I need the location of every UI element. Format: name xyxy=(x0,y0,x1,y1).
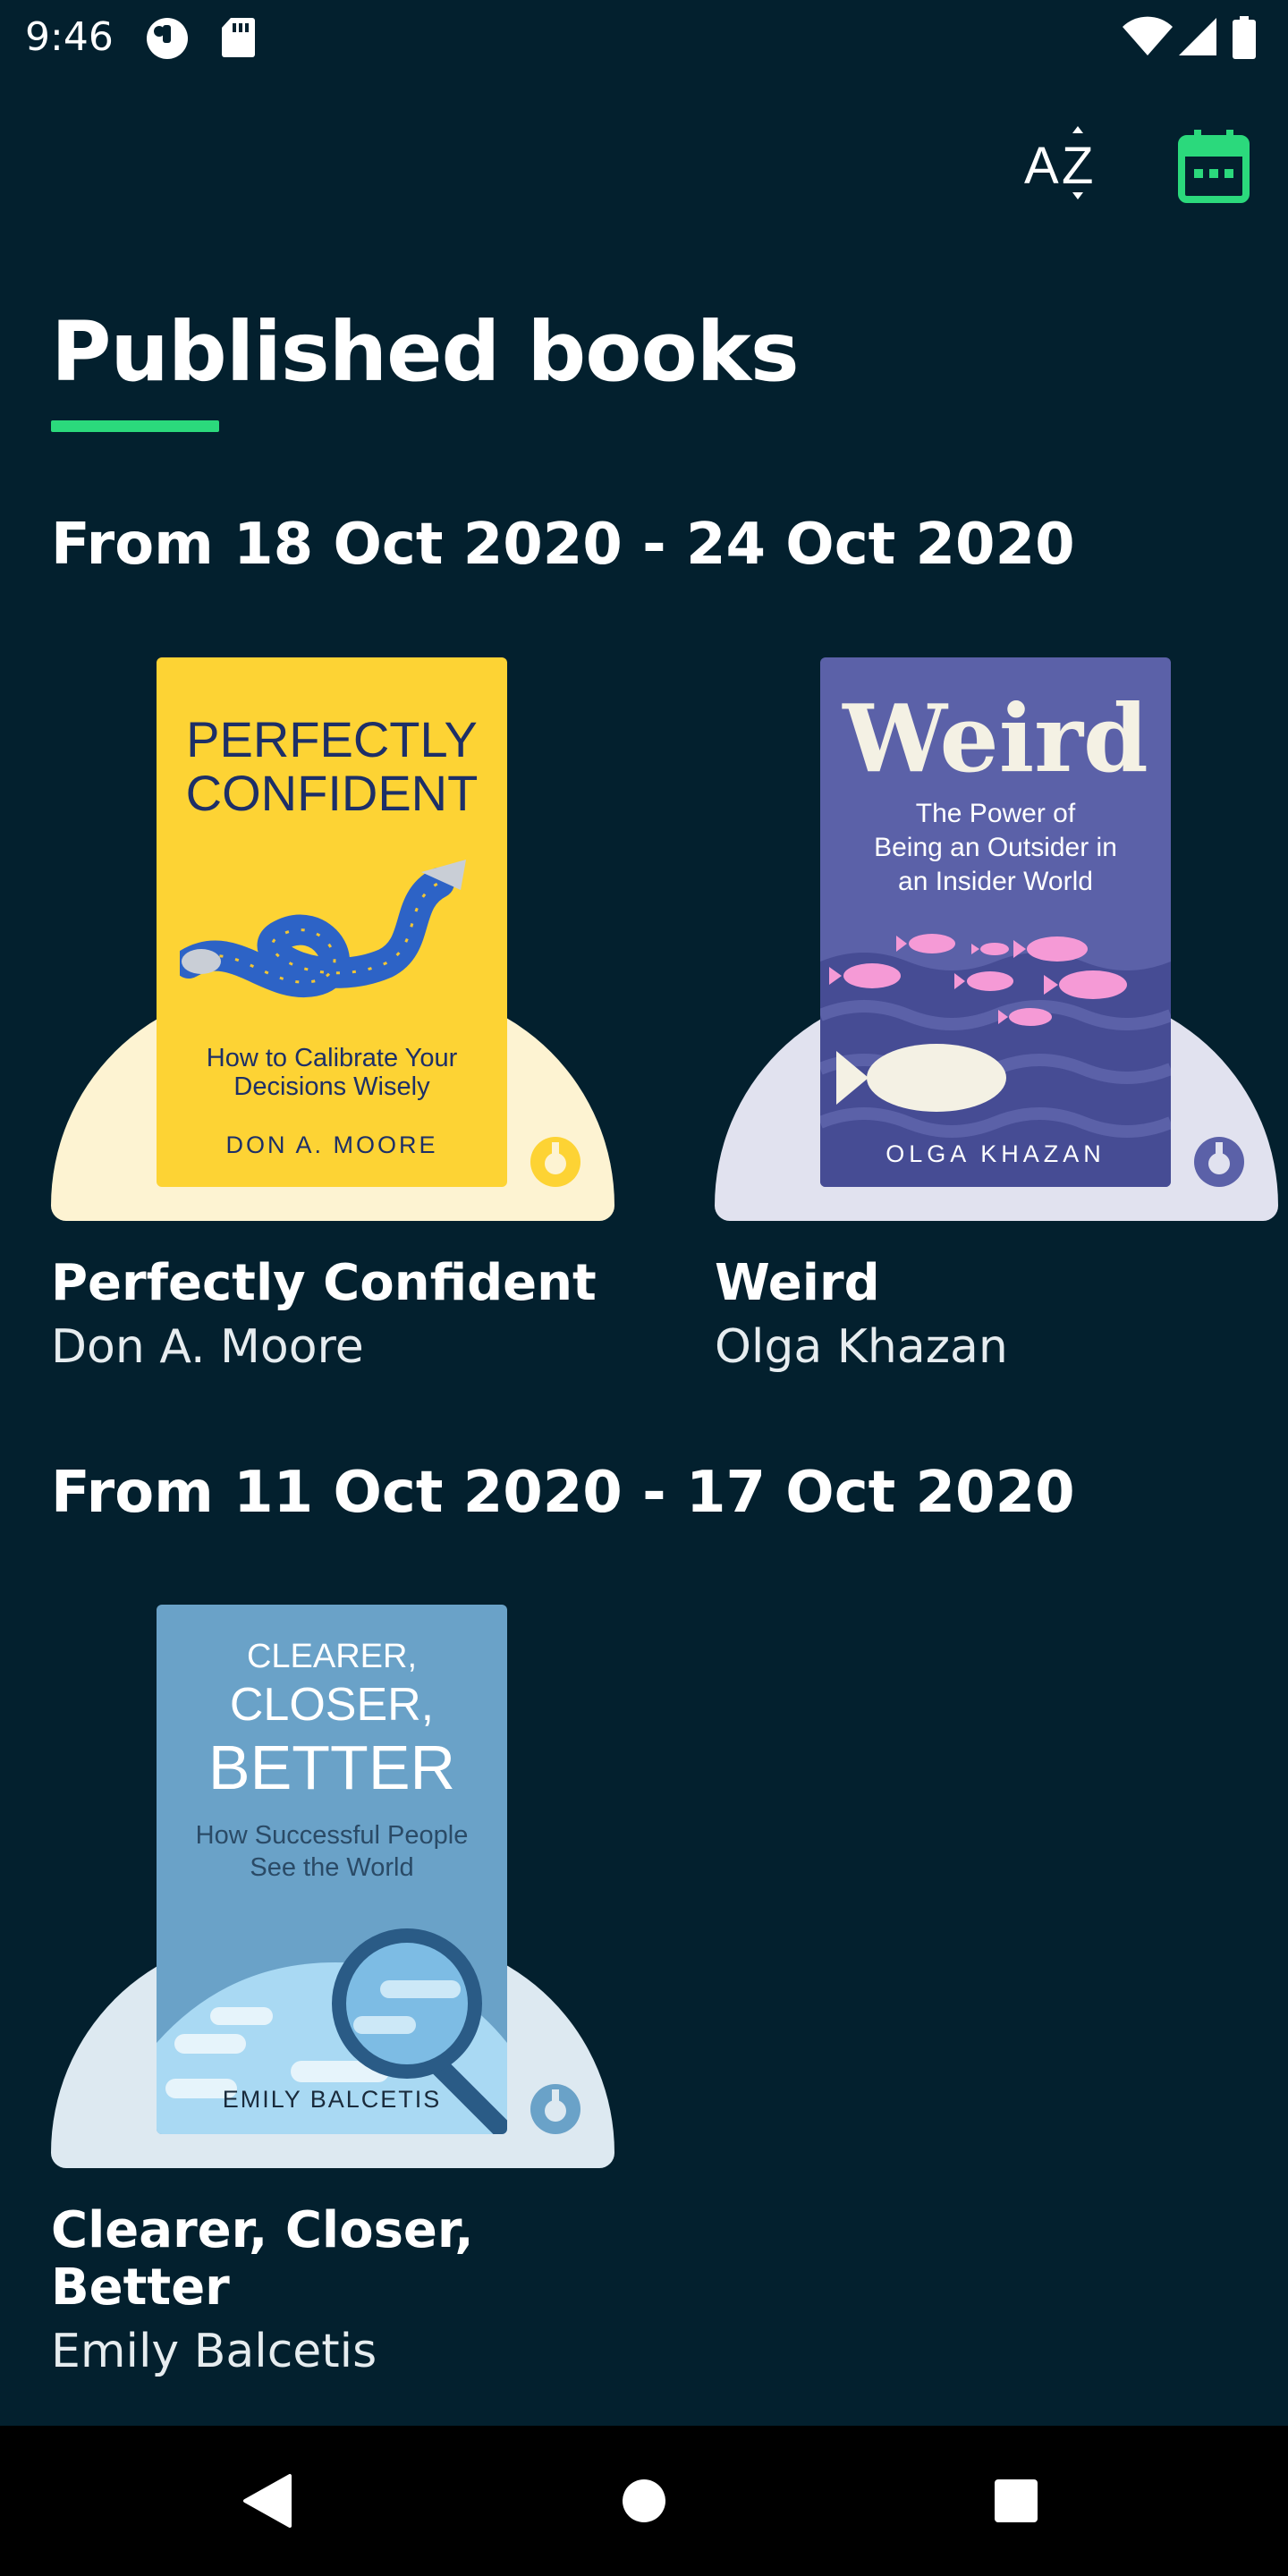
cover-title-line: CLEARER, xyxy=(246,1638,418,1675)
page-title: Published books xyxy=(51,304,800,400)
book-cover[interactable]: Weird The Power of Being an Outsider in … xyxy=(820,657,1171,1187)
week-heading: From 18 Oct 2020 - 24 Oct 2020 xyxy=(51,512,1075,578)
cover-title-line: CONFIDENT xyxy=(185,765,479,821)
back-button[interactable] xyxy=(231,2463,306,2538)
cover-author: OLGA KHAZAN xyxy=(886,1140,1106,1167)
week-heading: From 11 Oct 2020 - 17 Oct 2020 xyxy=(51,1460,1075,1526)
store-badge-icon xyxy=(530,2084,580,2134)
signal-icon xyxy=(1177,16,1218,61)
book-card[interactable]: CLEARER, CLOSER, BETTER How Successful P… xyxy=(51,1605,614,2379)
recents-icon xyxy=(995,2479,1038,2522)
sort-az-icon: A Z xyxy=(1024,126,1093,199)
cover-title-line: CLOSER, xyxy=(229,1679,435,1731)
cover-subtitle: Being an Outsider in xyxy=(874,833,1117,862)
book-title: Perfectly Confident xyxy=(51,1254,597,1312)
book-author: Don A. Moore xyxy=(51,1320,364,1374)
back-icon xyxy=(243,2474,292,2528)
sd-card-icon xyxy=(220,16,256,63)
title-underline xyxy=(51,420,219,432)
svg-text:Z: Z xyxy=(1062,137,1093,195)
cover-subtitle: The Power of xyxy=(915,799,1076,828)
tape-measure-illustration xyxy=(180,860,466,998)
cover-title-line: PERFECTLY xyxy=(186,711,478,767)
book-card[interactable]: PERFECTLY CONFIDENT How to Calibrate You… xyxy=(51,657,614,1375)
cover-subtitle: See the World xyxy=(250,1853,414,1882)
cover-subtitle: How Successful People xyxy=(195,1821,469,1850)
store-badge-icon xyxy=(530,1137,580,1187)
cover-author: DON A. MOORE xyxy=(225,1131,438,1158)
book-title: Weird xyxy=(715,1254,880,1312)
cover-stage: Weird The Power of Being an Outsider in … xyxy=(715,657,1278,1221)
cover-subtitle: How to Calibrate Your xyxy=(206,1044,458,1072)
store-badge-icon xyxy=(1194,1137,1244,1187)
calendar-button[interactable] xyxy=(1165,116,1263,215)
cover-title-line: Weird xyxy=(843,683,1148,793)
cover-subtitle: an Insider World xyxy=(898,867,1093,896)
recents-button[interactable] xyxy=(979,2463,1054,2538)
battery-icon xyxy=(1233,16,1256,63)
status-bar: 9:46 xyxy=(0,0,1288,75)
home-button[interactable] xyxy=(606,2463,682,2538)
book-title: Clearer, Closer, Better xyxy=(51,2201,474,2317)
cover-stage: PERFECTLY CONFIDENT How to Calibrate You… xyxy=(51,657,614,1221)
wifi-icon xyxy=(1122,16,1174,61)
calendar-icon xyxy=(1178,130,1250,203)
cover-title-line: BETTER xyxy=(208,1733,456,1802)
sort-button[interactable]: A Z xyxy=(1014,116,1113,215)
book-card[interactable]: Weird The Power of Being an Outsider in … xyxy=(715,657,1278,1375)
home-icon xyxy=(623,2479,665,2522)
cover-subtitle: Decisions Wisely xyxy=(233,1072,430,1101)
book-author: Olga Khazan xyxy=(715,1320,1008,1374)
cover-stage: CLEARER, CLOSER, BETTER How Successful P… xyxy=(51,1605,614,2168)
book-cover[interactable]: PERFECTLY CONFIDENT How to Calibrate You… xyxy=(157,657,507,1187)
cover-author: EMILY BALCETIS xyxy=(222,2086,442,2113)
svg-text:A: A xyxy=(1024,137,1059,195)
navigation-bar xyxy=(0,2426,1288,2576)
status-time: 9:46 xyxy=(25,14,114,60)
book-author: Emily Balcetis xyxy=(51,2325,377,2378)
book-cover[interactable]: CLEARER, CLOSER, BETTER How Successful P… xyxy=(157,1605,507,2134)
notification-icon xyxy=(145,16,190,64)
